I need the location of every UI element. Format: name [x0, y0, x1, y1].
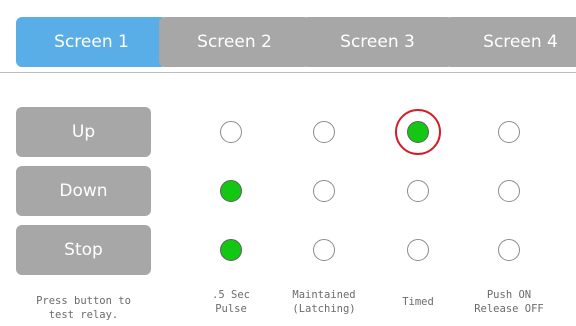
tab-screen-3[interactable]: Screen 3 [302, 17, 453, 67]
up-button[interactable]: Up [16, 107, 151, 157]
screen-tabs: Screen 1 Screen 2 Screen 3 Screen 4 [0, 0, 576, 72]
radio-up-pulse[interactable] [220, 121, 242, 143]
mode-label-push-on: Push ON Release OFF [474, 289, 544, 315]
tab-divider [0, 72, 576, 73]
radio-down-maintained[interactable] [313, 180, 335, 202]
mode-label-pulse: .5 Sec Pulse [212, 289, 250, 315]
radio-stop-maintained[interactable] [313, 239, 335, 261]
down-button[interactable]: Down [16, 166, 151, 216]
radio-stop-timed[interactable] [407, 239, 429, 261]
selection-highlight-ring [395, 109, 441, 155]
radio-up-maintained[interactable] [313, 121, 335, 143]
radio-down-timed[interactable] [407, 180, 429, 202]
hint-text: Press button to test relay. [36, 295, 131, 321]
radio-down-pulse[interactable] [220, 180, 242, 202]
radio-up-push-on[interactable] [498, 121, 520, 143]
tab-screen-4[interactable]: Screen 4 [445, 17, 576, 67]
radio-stop-pulse[interactable] [220, 239, 242, 261]
radio-down-push-on[interactable] [498, 180, 520, 202]
tab-screen-1[interactable]: Screen 1 [16, 17, 167, 67]
stop-button[interactable]: Stop [16, 225, 151, 275]
mode-label-timed: Timed [402, 296, 434, 308]
mode-label-maintained: Maintained (Latching) [292, 289, 356, 315]
radio-stop-push-on[interactable] [498, 239, 520, 261]
tab-screen-2[interactable]: Screen 2 [159, 17, 310, 67]
